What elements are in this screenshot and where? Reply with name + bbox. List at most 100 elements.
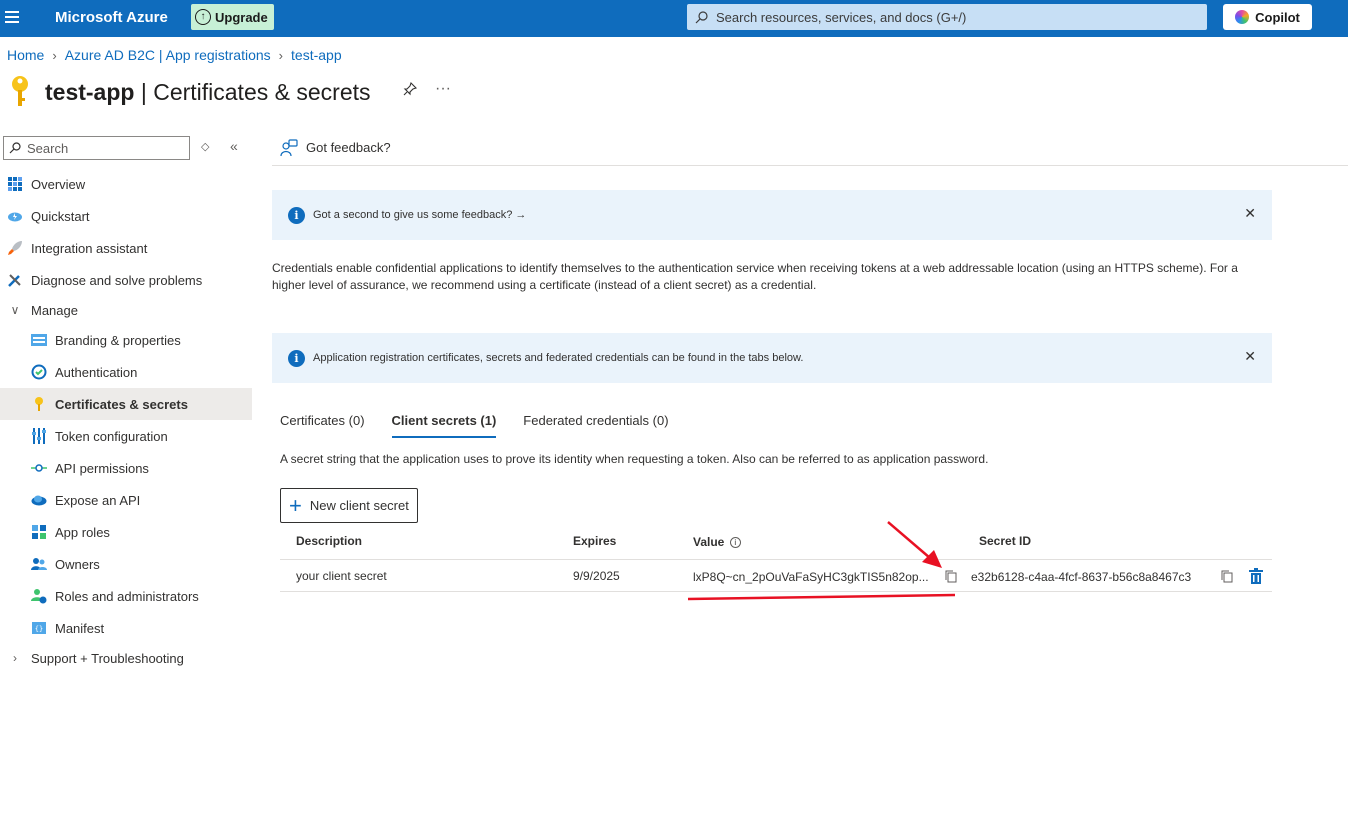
collapse-sidebar-icon[interactable]: « [230,138,238,154]
sidebar-item-label: Manage [31,302,78,318]
sidebar-item-overview[interactable]: Overview [0,168,252,200]
expand-collapse-icon[interactable]: ◇ [201,140,209,153]
new-client-secret-label: New client secret [309,498,409,513]
feedback-banner-link[interactable]: Got a second to give us some feedback? → [313,209,526,221]
info-icon[interactable]: i [729,537,741,549]
sidebar-item-label: Owners [55,556,100,572]
global-search-input[interactable]: Search resources, services, and docs (G+… [687,4,1207,30]
search-placeholder: Search resources, services, and docs (G+… [716,9,967,25]
tabs-info-banner: i Application registration certificates,… [272,333,1272,383]
grid-icon [7,176,23,192]
sidebar-item-certificates-secrets[interactable]: Certificates & secrets [0,388,252,420]
sidebar-item-label: Authentication [55,364,138,380]
sidebar-item-api-permissions[interactable]: API permissions [0,452,252,484]
column-value-label: Value [693,535,725,549]
copilot-button[interactable]: Copilot [1223,4,1312,30]
secret-value-cell: lxP8Q~cn_2pOuVaFaSyHC3gkTIS5n82op... [693,570,929,584]
app-roles-icon [31,524,47,540]
search-icon [695,10,708,23]
sidebar-item-label: Branding & properties [55,332,181,348]
sidebar-item-branding[interactable]: Branding & properties [0,324,252,356]
sidebar-item-authentication[interactable]: Authentication [0,356,252,388]
command-bar: Got feedback? [272,130,1348,166]
tab-client-secrets[interactable]: Client secrets (1) [391,410,497,438]
close-icon[interactable]: ✕ [1244,348,1256,365]
app-name: test-app [45,78,135,105]
more-options-icon[interactable]: ··· [435,80,451,98]
tab-certificates[interactable]: Certificates (0) [280,410,365,438]
copilot-logo-icon [1235,10,1250,24]
sidebar-item-label: Expose an API [55,492,141,508]
copilot-label: Copilot [1255,9,1300,25]
cloud-icon [31,492,47,508]
sidebar-item-label: Certificates & secrets [55,396,188,412]
sidebar-item-app-roles[interactable]: App roles [0,516,252,548]
delete-trash-icon[interactable] [1249,568,1263,584]
wrench-icon [7,272,23,288]
sidebar-item-owners[interactable]: Owners [0,548,252,580]
sidebar-item-label: Support + Troubleshooting [31,650,184,666]
info-icon: i [288,349,305,367]
sidebar-search-placeholder: Search [27,140,69,156]
got-feedback-button[interactable]: Got feedback? [306,140,391,155]
page-title: test-app | Certificates & secrets [45,79,371,106]
copy-value-icon[interactable] [945,570,957,583]
breadcrumb-app-registrations[interactable]: Azure AD B2C | App registrations [65,47,271,63]
secret-id-cell: e32b6128-c4aa-4fcf-8637-b56c8a8467c3 [971,570,1192,584]
sidebar-item-quickstart[interactable]: Quickstart [0,200,252,232]
info-icon: i [288,206,305,224]
authentication-icon [31,364,47,380]
sidebar-item-label: Quickstart [31,208,90,224]
sidebar-group-support[interactable]: › Support + Troubleshooting [0,644,252,672]
hamburger-menu-icon[interactable] [5,11,19,23]
rocket-icon [7,240,23,256]
upgrade-label: Upgrade [215,9,268,25]
svg-text:{}: {} [35,625,43,633]
sidebar-item-integration-assistant[interactable]: Integration assistant [0,232,252,264]
owners-icon [31,556,47,572]
sidebar-item-roles-administrators[interactable]: Roles and administrators [0,580,252,612]
brand-title[interactable]: Microsoft Azure [55,9,168,26]
page-header: test-app | Certificates & secrets [8,74,371,110]
feedback-banner: i Got a second to give us some feedback?… [272,190,1272,240]
new-client-secret-button[interactable]: + New client secret [280,488,418,523]
cloud-lightning-icon [7,208,23,224]
close-icon[interactable]: ✕ [1244,205,1256,222]
tabs-info-text: Application registration certificates, s… [313,352,804,364]
feedback-person-icon [280,138,298,156]
key-icon [31,396,47,412]
sidebar-item-manifest[interactable]: {} Manifest [0,612,252,644]
tab-federated-credentials[interactable]: Federated credentials (0) [523,410,668,438]
column-description: Description [296,534,363,548]
sidebar-search-input[interactable]: Search [3,136,190,160]
secrets-table-header: Description Expires Value i Secret ID [280,526,1272,560]
sidebar-nav: Overview Quickstart Integration assistan… [0,168,252,672]
sidebar-group-manage[interactable]: ∨ Manage [0,296,252,324]
sidebar-item-label: API permissions [55,460,149,476]
breadcrumb-test-app[interactable]: test-app [291,47,342,63]
api-permissions-icon [31,460,47,476]
copy-secret-id-icon[interactable] [1221,570,1233,583]
roles-icon [31,588,47,604]
table-row: your client secret 9/9/2025 lxP8Q~cn_2pO… [280,560,1272,592]
sidebar-item-label: Manifest [55,620,105,636]
sidebar-item-label: Integration assistant [31,240,148,256]
chevron-down-icon: ∨ [10,303,20,317]
client-secrets-description: A secret string that the application use… [280,452,989,466]
pin-icon[interactable] [402,81,418,97]
sidebar-item-label: Token configuration [55,428,168,444]
breadcrumb-home[interactable]: Home [7,47,44,63]
arrow-up-circle-icon: ↑ [195,9,211,25]
secret-expires-cell: 9/9/2025 [573,569,620,583]
breadcrumb: Home › Azure AD B2C | App registrations … [7,47,342,63]
sidebar-item-label: Diagnose and solve problems [31,272,203,288]
sidebar-item-label: Roles and administrators [55,588,199,604]
search-icon [9,142,21,154]
chevron-right-icon: › [13,651,17,665]
column-expires: Expires [573,534,617,548]
sidebar-item-diagnose[interactable]: Diagnose and solve problems [0,264,252,296]
sidebar-item-expose-an-api[interactable]: Expose an API [0,484,252,516]
section-name: | Certificates & secrets [140,78,371,105]
upgrade-button[interactable]: ↑ Upgrade [191,4,274,30]
sidebar-item-token-configuration[interactable]: Token configuration [0,420,252,452]
